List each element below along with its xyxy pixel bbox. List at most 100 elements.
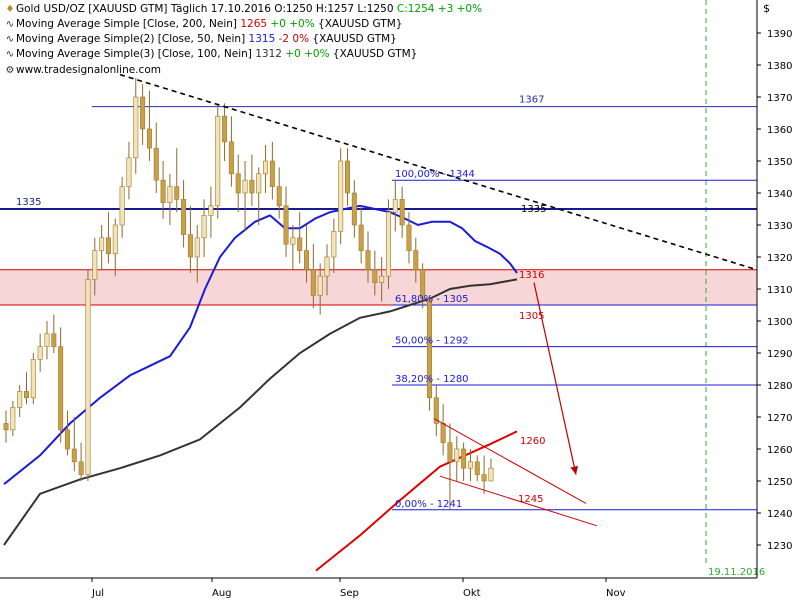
candle-body: [242, 179, 248, 194]
candle-body: [105, 237, 111, 255]
candle-body: [365, 250, 371, 271]
legend-label: Moving Average Simple(2) [Close, 50, Nei…: [16, 33, 246, 45]
legend-change: -2 0%: [278, 33, 310, 45]
legend-instrument: {XAUUSD GTM}: [318, 18, 403, 30]
legend-header: ♦ Gold USD/OZ [XAUUSD GTM] Täglich 17.10.…: [4, 2, 483, 17]
candle-body: [399, 199, 405, 226]
candle-body: [44, 333, 50, 347]
level-label: 1335: [521, 204, 546, 215]
candle-body: [379, 275, 385, 283]
y-tick-label: 1350: [767, 157, 792, 168]
candle-body: [201, 215, 207, 239]
watermark: ⚙ www.tradesignalonline.com: [4, 63, 161, 78]
candle-body: [112, 224, 118, 255]
candle-body: [85, 279, 91, 475]
y-tick-label: 1340: [767, 189, 792, 200]
y-tick-label: 1330: [767, 221, 792, 232]
fib-label: 100,00% - 1344: [395, 169, 475, 180]
level-label: 1316: [519, 270, 544, 281]
y-tick-label: 1280: [767, 381, 792, 392]
candle-body: [153, 147, 159, 181]
candle-body: [392, 199, 398, 213]
candle-body: [304, 250, 310, 271]
watermark-text: www.tradesignalonline.com: [16, 64, 161, 76]
candle-body: [297, 237, 303, 251]
quote-date: 17.10.2016: [210, 3, 271, 15]
level-label: 1305: [519, 311, 544, 322]
y-tick-label: 1270: [767, 413, 792, 424]
candle-body: [338, 160, 344, 232]
legend-instrument: {XAUUSD GTM}: [312, 33, 397, 45]
candle-body: [440, 423, 446, 443]
legend-label: Moving Average Simple [Close, 200, Nein]: [16, 18, 237, 30]
y-tick-label: 1380: [767, 61, 792, 72]
candle-body: [64, 429, 70, 450]
candle-body: [263, 160, 269, 175]
currency-label: $: [763, 2, 770, 15]
globe-icon: ⚙: [5, 65, 15, 76]
y-tick-label: 1290: [767, 349, 792, 360]
y-tick-label: 1310: [767, 285, 792, 296]
candle-body: [99, 237, 105, 251]
x-tick-label: Sep: [340, 588, 359, 599]
level-label: 1245: [518, 494, 543, 505]
legend-value: 1312: [255, 48, 282, 60]
candle-body: [358, 224, 364, 251]
y-tick-label: 1390: [767, 29, 792, 40]
level-label: 1367: [519, 95, 544, 106]
candle-body: [310, 269, 316, 296]
candle-body: [481, 474, 487, 482]
x-tick-label: Okt: [463, 588, 481, 599]
candle-body: [249, 179, 255, 194]
resistance-zone: [0, 269, 757, 305]
candle-body: [372, 269, 378, 283]
candle-body: [413, 250, 419, 271]
candle-body: [17, 391, 23, 408]
y-tick-label: 1250: [767, 477, 792, 488]
candle-body: [256, 173, 262, 194]
legend-value: 1315: [248, 33, 276, 45]
legend-change: +0 +0%: [270, 18, 315, 30]
legend-instrument: {XAUUSD GTM}: [332, 48, 418, 60]
candle-body: [92, 250, 98, 280]
line-indicator-icon: ∿: [5, 34, 15, 45]
candle-body: [228, 141, 234, 175]
candle-body: [119, 186, 125, 226]
fib-label: 61,80% - 1305: [395, 294, 469, 305]
y-tick-label: 1370: [767, 93, 792, 104]
candlestick-icon: ♦: [5, 4, 15, 15]
candle-body: [140, 96, 146, 130]
y-tick-label: 1230: [767, 541, 792, 552]
candle-body: [126, 157, 132, 187]
candle-body: [133, 96, 139, 159]
candle-body: [58, 346, 64, 431]
candle-body: [167, 186, 173, 203]
candle-body: [146, 128, 152, 149]
candle-body: [488, 467, 494, 482]
candle-body: [467, 461, 473, 469]
candle-body: [222, 115, 228, 143]
candle-body: [215, 115, 221, 207]
candle-body: [406, 224, 412, 251]
symbol-name: Gold USD/OZ [XAUUSD GTM]: [16, 3, 168, 15]
candle-body: [385, 211, 391, 277]
y-tick-label: 1320: [767, 253, 792, 264]
y-tick-label: 1240: [767, 509, 792, 520]
x-tick-label: Aug: [212, 588, 232, 599]
candle-body: [331, 231, 337, 258]
candle-body: [78, 461, 84, 475]
candle-body: [10, 407, 16, 431]
fib-label: 50,00% - 1292: [395, 336, 469, 347]
candle-body: [317, 275, 323, 296]
candle-body: [208, 205, 214, 216]
candle-body: [276, 186, 282, 207]
candle-body: [454, 448, 460, 463]
candle-body: [351, 192, 357, 226]
open-value: O:1250: [274, 3, 313, 15]
candle-body: [194, 237, 200, 258]
line-indicator-icon: ∿: [5, 19, 15, 30]
candle-body: [51, 333, 57, 347]
candle-body: [187, 234, 193, 258]
y-tick-label: 1260: [767, 445, 792, 456]
level-label: 1260: [520, 436, 545, 447]
